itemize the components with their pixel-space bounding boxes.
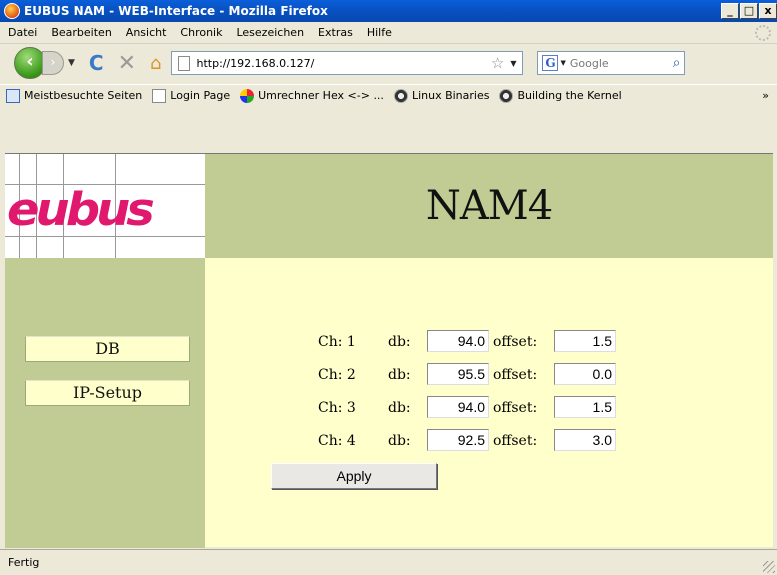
nav-ip-setup-button[interactable]: IP-Setup [25,380,190,406]
channel-label: Ch: 2 [318,367,356,383]
bookmark-star-icon[interactable]: ☆ [491,54,504,72]
channel-row: Ch: 4 db: 92.5 offset: 3.0 [205,429,773,453]
menu-bar: Datei Bearbeiten Ansicht Chronik Lesezei… [0,22,777,44]
offset-input[interactable]: 1.5 [554,396,616,418]
logo-text: eubus [7,183,155,237]
close-button[interactable]: x [759,3,777,19]
bookmark-label: Meistbesuchte Seiten [24,89,143,102]
bookmark-label: Login Page [170,89,231,102]
search-box[interactable]: G ▼ Google ⌕ [537,51,686,75]
page-icon [152,88,167,103]
menu-ansicht[interactable]: Ansicht [119,26,174,39]
offset-input[interactable]: 1.5 [554,330,616,352]
search-icon[interactable]: ⌕ [673,55,681,71]
db-input[interactable]: 94.0 [427,330,489,352]
offset-label: offset: [493,400,538,416]
menu-chronik[interactable]: Chronik [173,26,229,39]
db-input[interactable]: 95.5 [427,363,489,385]
channel-row: Ch: 3 db: 94.0 offset: 1.5 [205,396,773,420]
throbber-icon [755,25,771,41]
channel-label: Ch: 1 [318,334,356,350]
maximize-button[interactable]: □ [740,3,758,19]
bookmark-linux-binaries[interactable]: Linux Binaries [393,88,490,103]
menu-lesezeichen[interactable]: Lesezeichen [229,26,311,39]
db-label: db: [388,400,411,416]
window-titlebar: EUBUS NAM - WEB-Interface - Mozilla Fire… [0,0,777,22]
history-dropdown-icon[interactable]: ▼ [68,58,75,68]
forward-button[interactable]: › [42,51,64,75]
status-text: Fertig [8,556,40,569]
db-label: db: [388,367,411,383]
db-label: db: [388,433,411,449]
bookmark-building-kernel[interactable]: Building the Kernel [499,88,622,103]
google-icon[interactable]: G [542,55,559,71]
offset-label: offset: [493,367,538,383]
menu-datei[interactable]: Datei [0,26,44,39]
menu-hilfe[interactable]: Hilfe [360,26,399,39]
page-icon [178,55,191,71]
bookmarks-overflow-icon[interactable]: » [762,89,769,102]
channel-form: Ch: 1 db: 94.0 offset: 1.5 Ch: 2 db: 95.… [205,258,773,548]
window-controls: _ □ x [721,3,777,19]
resize-grip-icon[interactable] [763,561,775,573]
converter-icon [240,88,255,103]
bookmark-label: Linux Binaries [411,89,490,102]
tux-icon [393,88,408,103]
channel-label: Ch: 3 [318,400,356,416]
bookmark-login-page[interactable]: Login Page [152,88,231,103]
bookmark-label: Building the Kernel [517,89,622,102]
sidebar: DB IP-Setup [5,258,205,548]
eubus-logo: eubus [5,154,205,258]
bookmark-meistbesuchte[interactable]: Meistbesuchte Seiten [6,88,143,103]
page-viewport: eubus NAM4 DB IP-Setup Ch: 1 db: 94.0 of… [5,153,773,548]
db-input[interactable]: 94.0 [427,396,489,418]
firefox-icon [4,3,20,19]
window-title: EUBUS NAM - WEB-Interface - Mozilla Fire… [24,4,328,18]
stop-icon[interactable]: ✕ [118,51,136,76]
channel-row: Ch: 2 db: 95.5 offset: 0.0 [205,363,773,387]
menu-bearbeiten[interactable]: Bearbeiten [44,26,118,39]
url-bar[interactable]: http://192.168.0.127/ ☆ ▼ [171,51,524,75]
url-input[interactable]: http://192.168.0.127/ [196,57,490,70]
home-icon[interactable]: ⌂ [150,53,161,74]
most-visited-icon [6,88,20,103]
channel-row: Ch: 1 db: 94.0 offset: 1.5 [205,330,773,354]
url-dropdown-icon[interactable]: ▼ [510,59,516,68]
status-bar: Fertig [0,549,777,575]
page-title: NAM4 [425,183,553,229]
navigation-toolbar: ‹ › ▼ C ✕ ⌂ http://192.168.0.127/ ☆ ▼ G … [0,44,777,82]
search-input[interactable]: Google [570,57,673,70]
offset-label: offset: [493,334,538,350]
channel-label: Ch: 4 [318,433,356,449]
bookmark-label: Umrechner Hex <-> ... [258,89,384,102]
search-engine-dropdown-icon[interactable]: ▼ [560,59,565,67]
menu-extras[interactable]: Extras [311,26,360,39]
offset-label: offset: [493,433,538,449]
apply-button[interactable]: Apply [271,463,437,489]
bookmarks-toolbar: Meistbesuchte Seiten Login Page Umrechne… [0,84,777,106]
db-label: db: [388,334,411,350]
nav-db-button[interactable]: DB [25,336,190,362]
bookmark-umrechner[interactable]: Umrechner Hex <-> ... [240,88,384,103]
offset-input[interactable]: 3.0 [554,429,616,451]
minimize-button[interactable]: _ [721,3,739,19]
tux-icon [499,88,514,103]
db-input[interactable]: 92.5 [427,429,489,451]
offset-input[interactable]: 0.0 [554,363,616,385]
reload-icon[interactable]: C [89,51,104,75]
